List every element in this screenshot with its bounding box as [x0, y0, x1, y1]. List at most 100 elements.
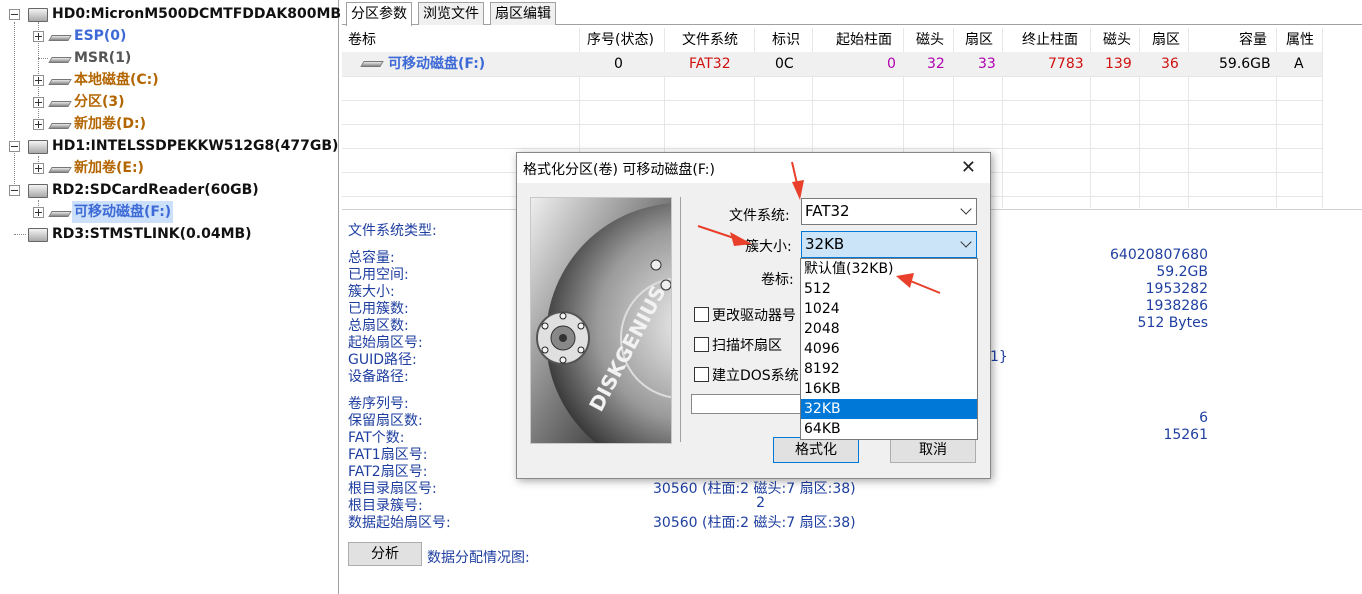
cell-end-sector: 36 [1161, 56, 1179, 72]
dropdown-option[interactable]: 8192 [801, 359, 977, 379]
collapse-icon[interactable] [9, 9, 20, 20]
collapse-icon[interactable] [9, 141, 20, 152]
dropdown-option[interactable]: 64KB [801, 419, 977, 439]
tree-label: HD1:INTELSSDPEKKW512G8(477GB) [52, 138, 339, 154]
col-header-start-cyl[interactable]: 起始柱面 [836, 28, 892, 52]
close-icon[interactable]: ✕ [961, 157, 976, 178]
cluster-size-label: 簇大小: [745, 239, 792, 255]
cell-head: 32 [927, 56, 945, 72]
expand-icon[interactable] [33, 163, 44, 174]
tab-partition-params[interactable]: 分区参数 [346, 2, 412, 26]
value-data-start: 30560 (柱面:2 磁头:7 扇区:38) [653, 515, 856, 531]
label-data-start: 数据起始扇区号: [348, 515, 451, 531]
analyze-button[interactable]: 分析 [348, 542, 422, 566]
cell-end-cyl: 7783 [1048, 56, 1084, 72]
value-fat-size: 15261 [1163, 427, 1208, 443]
expand-icon[interactable] [33, 31, 44, 42]
dialog-title: 格式化分区(卷) 可移动磁盘(F:) [523, 162, 715, 178]
value-root-cluster: 2 [756, 495, 765, 511]
fs-select[interactable]: FAT32 [801, 198, 977, 225]
chevron-down-icon [960, 203, 972, 215]
tree-connector [14, 234, 26, 235]
col-header-end-cyl[interactable]: 终止柱面 [1022, 28, 1078, 52]
col-header-head[interactable]: 磁头 [916, 28, 944, 52]
change-drive-letter-label: 更改驱动器号 [712, 308, 796, 324]
cluster-size-select[interactable]: 32KB [801, 231, 977, 258]
col-header-end-head[interactable]: 磁头 [1103, 28, 1131, 52]
expand-icon[interactable] [33, 75, 44, 86]
value-total-capacity: 64020807680 [1110, 247, 1208, 263]
cell-start-cyl: 0 [887, 56, 896, 72]
hard-disk-icon [28, 140, 48, 154]
dropdown-option-selected[interactable]: 32KB [801, 399, 977, 419]
divider [680, 197, 681, 442]
col-header-fs[interactable]: 文件系统 [682, 28, 738, 52]
table-row[interactable]: 可移动磁盘(F:) 0 FAT32 0C 0 32 33 7783 139 36… [342, 52, 1322, 76]
partition-icon [50, 33, 70, 41]
expand-icon[interactable] [33, 207, 44, 218]
dialog-titlebar: 格式化分区(卷) 可移动磁盘(F:) ✕ [517, 153, 990, 183]
tree-label: MSR(1) [74, 50, 132, 66]
dropdown-option[interactable]: 16KB [801, 379, 977, 399]
format-button[interactable]: 格式化 [773, 437, 859, 463]
cell-sector: 33 [978, 56, 996, 72]
partition-icon [362, 59, 382, 67]
cell-attr: A [1294, 56, 1304, 72]
value-guid-tail: 1} [990, 349, 1008, 365]
create-dos-label: 建立DOS系统 [712, 368, 799, 384]
cell-capacity: 59.6GB [1219, 56, 1271, 72]
cluster-size-dropdown: 默认值(32KB) 512 1024 2048 4096 8192 16KB 3… [800, 258, 978, 440]
tree-label: RD2:SDCardReader(60GB) [52, 182, 259, 198]
dropdown-option[interactable]: 1024 [801, 299, 977, 319]
card-reader-icon [28, 184, 48, 198]
allocation-map-label: 数据分配情况图: [427, 550, 530, 566]
value-used-space: 59.2GB [1156, 264, 1208, 280]
volume-label-label: 卷标: [761, 272, 794, 288]
tree-connector [14, 22, 15, 190]
partition-icon [50, 99, 70, 107]
scan-bad-sectors-checkbox[interactable] [694, 337, 709, 352]
partition-icon [50, 77, 70, 85]
tree-label: ESP(0) [74, 28, 127, 44]
value-sector-size: 512 Bytes [1137, 315, 1208, 331]
change-drive-letter-checkbox[interactable] [694, 307, 709, 322]
partition-icon [50, 165, 70, 173]
tree-label: 分区(3) [74, 94, 125, 110]
chevron-down-icon [960, 236, 972, 248]
col-header-volume[interactable]: 卷标 [348, 28, 376, 52]
scan-bad-sectors-label: 扫描坏扇区 [712, 338, 782, 354]
col-header-capacity[interactable]: 容量 [1239, 28, 1267, 52]
partition-icon [50, 55, 70, 63]
col-header-id[interactable]: 标识 [772, 28, 800, 52]
hard-disk-icon [28, 8, 48, 22]
tree-label: 本地磁盘(C:) [74, 72, 159, 88]
dropdown-option[interactable]: 默认值(32KB) [801, 259, 977, 279]
collapse-icon[interactable] [9, 185, 20, 196]
col-header-sector[interactable]: 扇区 [965, 28, 993, 52]
expand-icon[interactable] [33, 119, 44, 130]
diskgenius-logo-image: DISKGENIUS [530, 197, 672, 444]
expand-icon[interactable] [33, 97, 44, 108]
tab-browse-files[interactable]: 浏览文件 [418, 2, 484, 25]
col-header-index[interactable]: 序号(状态) [587, 28, 654, 52]
cell-index: 0 [614, 56, 623, 72]
dropdown-option[interactable]: 512 [801, 279, 977, 299]
tree-connector [38, 58, 48, 59]
dropdown-option[interactable]: 4096 [801, 339, 977, 359]
dropdown-option[interactable]: 2048 [801, 319, 977, 339]
usb-device-icon [28, 228, 48, 242]
value-reserved-sectors: 6 [1199, 410, 1208, 426]
col-header-end-sector[interactable]: 扇区 [1152, 28, 1180, 52]
cell-fs: FAT32 [689, 56, 731, 72]
fs-select-value: FAT32 [805, 202, 850, 220]
cell-id: 0C [775, 56, 794, 72]
partition-icon [50, 209, 70, 217]
col-header-attr[interactable]: 属性 [1286, 28, 1314, 52]
label-device-path: 设备路径: [348, 369, 409, 385]
tree-label: 新加卷(E:) [74, 160, 144, 176]
create-dos-checkbox[interactable] [694, 367, 709, 382]
cancel-button[interactable]: 取消 [890, 437, 976, 463]
hard-drive-illustration: DISKGENIUS [531, 198, 671, 443]
tab-sector-edit[interactable]: 扇区编辑 [490, 2, 556, 25]
cell-end-head: 139 [1105, 56, 1132, 72]
